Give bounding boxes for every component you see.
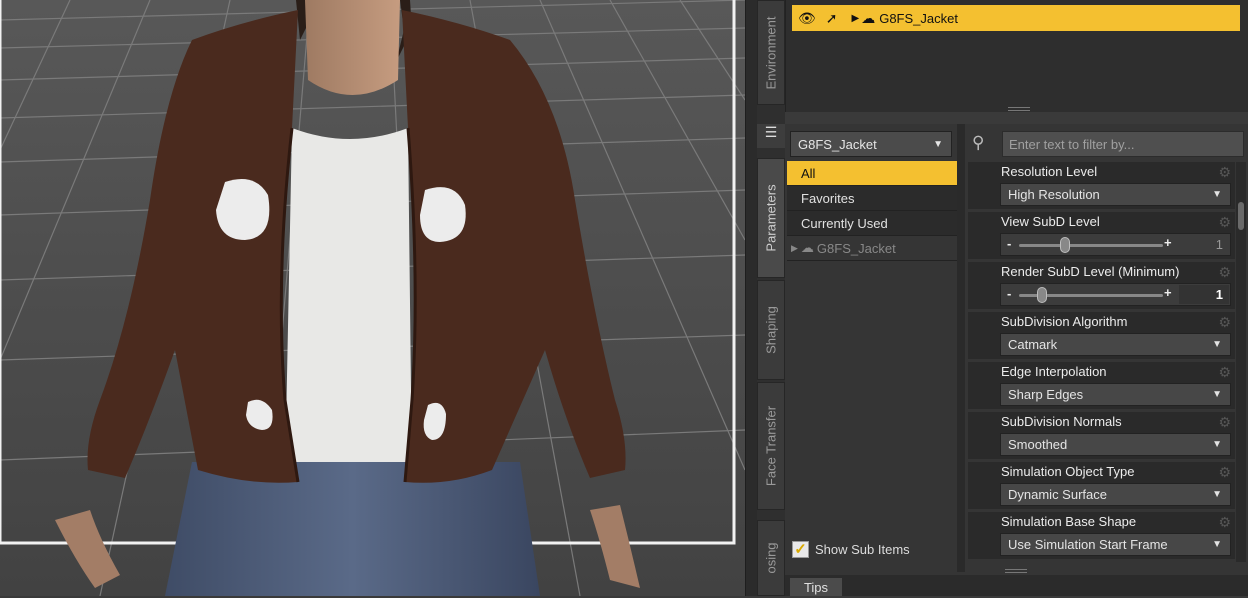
category-list: All Favorites Currently Used ▶ ☁ G8FS_Ja… — [787, 161, 957, 261]
show-sub-items-label: Show Sub Items — [815, 542, 910, 557]
gear-icon[interactable]: ⚙ — [1218, 364, 1231, 381]
side-tab-strip: Environment Parameters Shaping Face Tran… — [757, 0, 785, 596]
resize-grip[interactable] — [1008, 107, 1030, 111]
subdivision-normals-select[interactable]: Smoothed ▼ — [1000, 433, 1231, 456]
tips-bar — [785, 575, 1248, 596]
scene-row-g8fs-jacket[interactable]: 👁 ➚ ▶ ☁ G8FS_Jacket — [792, 5, 1240, 31]
plus-icon[interactable]: + — [1164, 285, 1172, 300]
param-simulation-base-shape: Simulation Base Shape ⚙ Use Simulation S… — [968, 512, 1235, 559]
scene-panel: 👁 ➚ ▶ ☁ G8FS_Jacket — [785, 0, 1248, 112]
figure-icon: ☁ — [800, 240, 814, 255]
parameter-list: Resolution Level ⚙ High Resolution ▼ View… — [968, 162, 1235, 562]
search-icon[interactable]: ⚲ — [972, 133, 984, 153]
resize-grip[interactable] — [1005, 569, 1027, 573]
param-subdivision-normals: SubDivision Normals ⚙ Smoothed ▼ — [968, 412, 1235, 459]
dropdown-arrow-icon: ▼ — [1212, 539, 1222, 550]
tab-shaping[interactable]: Shaping — [757, 280, 785, 380]
expand-triangle-icon[interactable]: ▶ — [791, 243, 798, 254]
dropdown-arrow-icon: ▼ — [1212, 339, 1222, 350]
tab-face-transfer[interactable]: Face Transfer — [757, 382, 785, 510]
view-subd-slider[interactable]: - + 1 — [1000, 233, 1231, 256]
gear-icon[interactable]: ⚙ — [1218, 164, 1231, 181]
node-dropdown-value: G8FS_Jacket — [798, 136, 877, 152]
param-simulation-object-type: Simulation Object Type ⚙ Dynamic Surface… — [968, 462, 1235, 509]
expand-triangle-icon[interactable]: ▶ — [852, 13, 860, 24]
column-splitter[interactable] — [957, 124, 965, 572]
plus-icon[interactable]: + — [1164, 235, 1172, 250]
slider-knob[interactable] — [1060, 237, 1071, 253]
show-sub-items-checkbox[interactable]: ✓ Show Sub Items — [792, 541, 910, 558]
3d-viewport[interactable] — [0, 0, 745, 596]
category-node-item[interactable]: ▶ ☁ G8FS_Jacket — [787, 236, 957, 261]
tab-parameters[interactable]: Parameters — [757, 158, 785, 278]
param-render-subd-level: Render SubD Level (Minimum) ⚙ - + 1 — [968, 262, 1235, 309]
dropdown-arrow-icon: ▼ — [933, 138, 943, 150]
subdivision-algorithm-select[interactable]: Catmark ▼ — [1000, 333, 1231, 356]
category-currently-used[interactable]: Currently Used — [787, 211, 957, 236]
simulation-base-shape-select[interactable]: Use Simulation Start Frame ▼ — [1000, 533, 1231, 556]
param-view-subd-level: View SubD Level ⚙ - + 1 — [968, 212, 1235, 259]
gear-icon[interactable]: ⚙ — [1218, 214, 1231, 231]
slider-value[interactable]: 1 — [1179, 235, 1229, 254]
simulation-object-type-select[interactable]: Dynamic Surface ▼ — [1000, 483, 1231, 506]
slider-knob[interactable] — [1037, 287, 1048, 303]
edge-interpolation-select[interactable]: Sharp Edges ▼ — [1000, 383, 1231, 406]
slider-value[interactable]: 1 — [1179, 285, 1229, 304]
param-subdivision-algorithm: SubDivision Algorithm ⚙ Catmark ▼ — [968, 312, 1235, 359]
dropdown-arrow-icon: ▼ — [1212, 489, 1222, 500]
gear-icon[interactable]: ⚙ — [1218, 514, 1231, 531]
gear-icon[interactable]: ⚙ — [1218, 414, 1231, 431]
panel-menu-icon[interactable]: ☰ — [757, 124, 785, 148]
dropdown-arrow-icon: ▼ — [1212, 389, 1222, 400]
category-all[interactable]: All — [787, 161, 957, 186]
minus-icon[interactable]: - — [1007, 286, 1011, 301]
filter-bar: ⚲ — [970, 130, 1246, 158]
scrollbar[interactable] — [1236, 162, 1246, 562]
render-subd-slider[interactable]: - + 1 — [1000, 283, 1231, 306]
arrow-cursor-icon[interactable]: ➚ — [826, 10, 838, 27]
gear-icon[interactable]: ⚙ — [1218, 264, 1231, 281]
node-dropdown[interactable]: G8FS_Jacket ▼ — [790, 131, 952, 157]
scene-row-label: G8FS_Jacket — [879, 10, 958, 26]
figure-icon: ☁ — [861, 9, 876, 26]
filter-input[interactable] — [1002, 131, 1244, 157]
tab-environment[interactable]: Environment — [757, 0, 785, 105]
param-resolution-level: Resolution Level ⚙ High Resolution ▼ — [968, 162, 1235, 209]
category-favorites[interactable]: Favorites — [787, 186, 957, 211]
dropdown-arrow-icon: ▼ — [1212, 189, 1222, 200]
viewport-scene — [0, 0, 745, 596]
scrollbar-thumb[interactable] — [1238, 202, 1244, 230]
tab-tips[interactable]: Tips — [790, 578, 842, 596]
panel-splitter[interactable] — [745, 0, 757, 596]
param-edge-interpolation: Edge Interpolation ⚙ Sharp Edges ▼ — [968, 362, 1235, 409]
gear-icon[interactable]: ⚙ — [1218, 314, 1231, 331]
eye-icon[interactable]: 👁 — [798, 10, 816, 27]
dropdown-arrow-icon: ▼ — [1212, 439, 1222, 450]
checkmark-icon[interactable]: ✓ — [792, 541, 809, 558]
gear-icon[interactable]: ⚙ — [1218, 464, 1231, 481]
slider-track[interactable] — [1019, 244, 1163, 247]
resolution-level-select[interactable]: High Resolution ▼ — [1000, 183, 1231, 206]
tab-posing[interactable]: osing — [757, 520, 785, 596]
minus-icon[interactable]: - — [1007, 236, 1011, 251]
